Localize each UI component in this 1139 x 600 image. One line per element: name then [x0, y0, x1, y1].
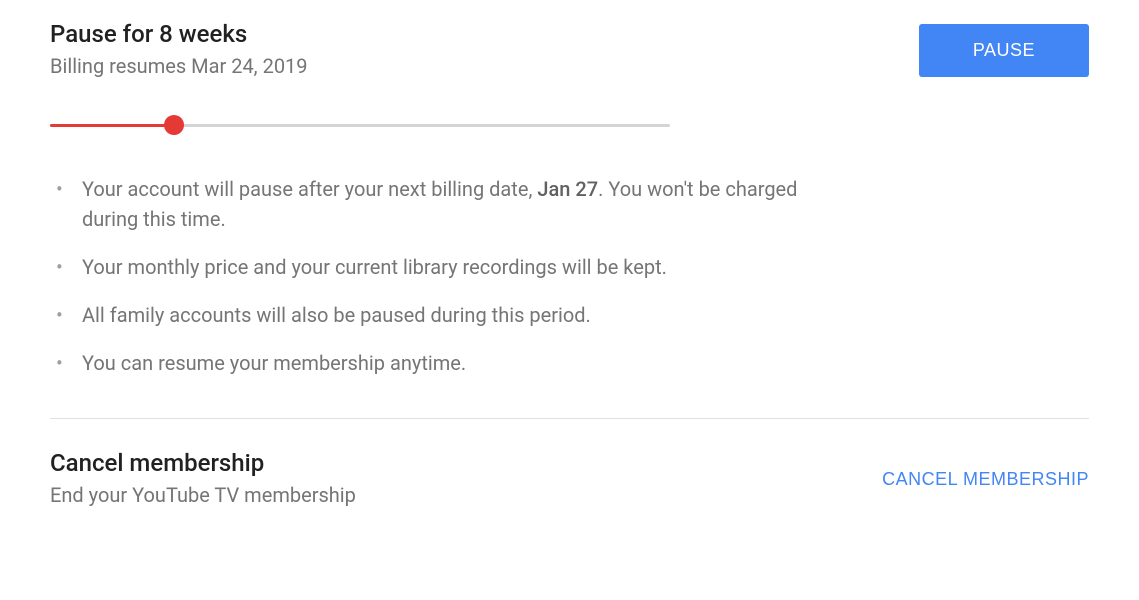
info-item-2: Your monthly price and your current libr…	[50, 252, 810, 282]
pause-button[interactable]: PAUSE	[919, 24, 1089, 77]
slider-thumb[interactable]	[164, 115, 184, 135]
info-item-1: Your account will pause after your next …	[50, 174, 810, 234]
pause-info-list: Your account will pause after your next …	[50, 174, 810, 378]
pause-duration-slider[interactable]	[50, 116, 670, 136]
pause-section: Pause for 8 weeks Billing resumes Mar 24…	[50, 20, 1089, 78]
cancel-subtitle: End your YouTube TV membership	[50, 483, 356, 507]
pause-title-block: Pause for 8 weeks Billing resumes Mar 24…	[50, 20, 919, 78]
pause-title: Pause for 8 weeks	[50, 20, 919, 48]
info-item-1-pre: Your account will pause after your next …	[82, 177, 537, 201]
slider-fill	[50, 124, 174, 127]
pause-subtitle: Billing resumes Mar 24, 2019	[50, 54, 919, 78]
cancel-title-block: Cancel membership End your YouTube TV me…	[50, 449, 356, 507]
cancel-membership-button[interactable]: CANCEL MEMBERSHIP	[882, 459, 1089, 500]
info-item-1-date: Jan 27	[537, 177, 598, 201]
info-item-3: All family accounts will also be paused …	[50, 300, 810, 330]
section-divider	[50, 418, 1089, 419]
cancel-title: Cancel membership	[50, 449, 356, 477]
cancel-section: Cancel membership End your YouTube TV me…	[50, 449, 1089, 507]
info-item-4: You can resume your membership anytime.	[50, 348, 810, 378]
